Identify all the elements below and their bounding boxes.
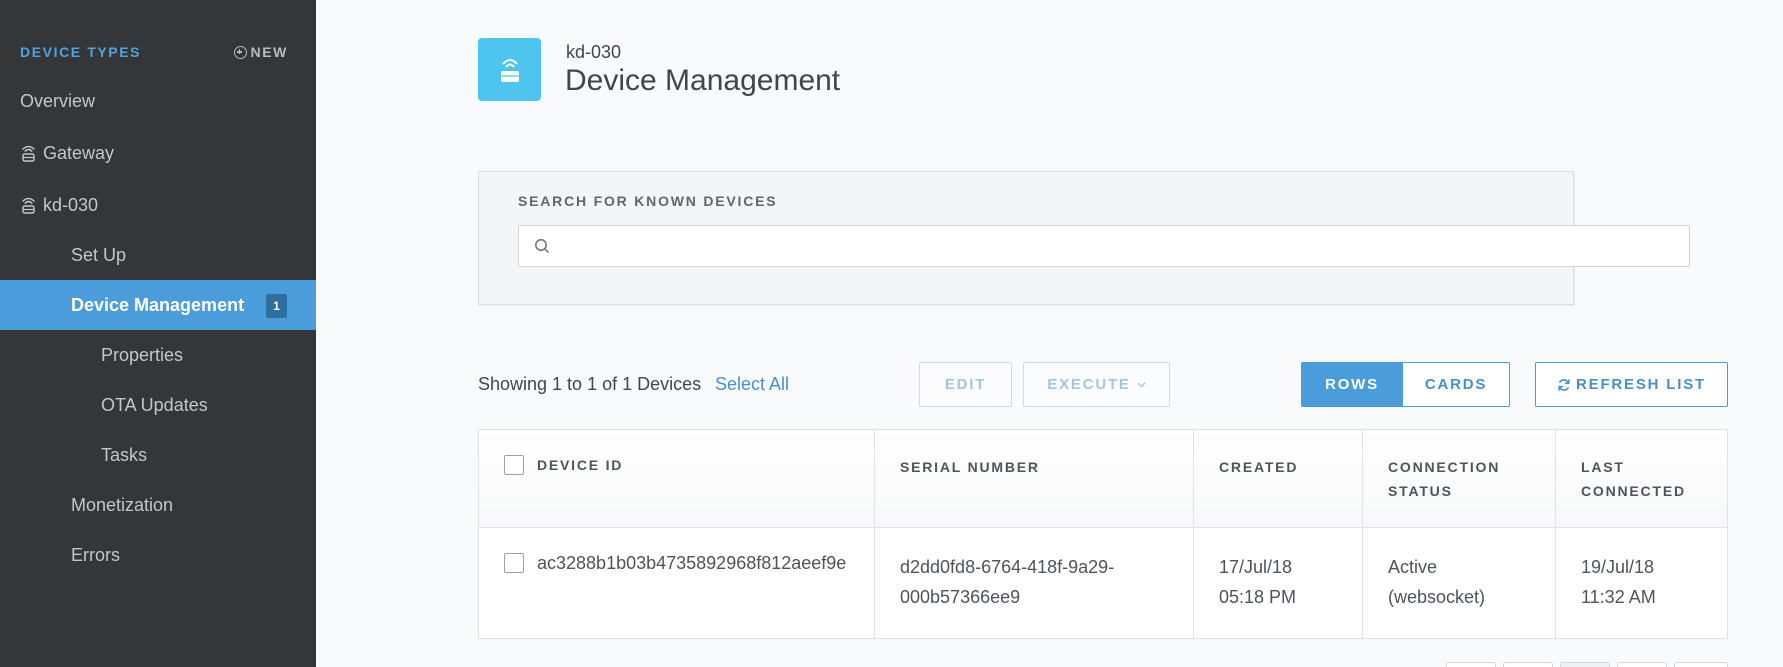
- main-content: kd-030 Device Management SEARCH FOR KNOW…: [316, 0, 1783, 667]
- pagination-last-button[interactable]: [1674, 662, 1728, 667]
- column-header-label: CONNECTION: [1388, 459, 1501, 475]
- search-icon: [535, 239, 550, 254]
- refresh-label: REFRESH LIST: [1576, 376, 1706, 393]
- sidebar-item-label: kd-030: [43, 194, 99, 215]
- column-header-label: LAST: [1581, 459, 1625, 475]
- column-header-label-line2: STATUS: [1388, 483, 1453, 499]
- wifi-device-icon: [22, 145, 35, 162]
- sidebar-item-label: Set Up: [71, 244, 127, 265]
- sidebar-item-label: Tasks: [101, 444, 148, 465]
- sidebar-item-tasks[interactable]: Tasks: [0, 430, 316, 480]
- column-header-label-line2: CONNECTED: [1581, 483, 1686, 499]
- select-all-link[interactable]: Select All: [715, 374, 789, 395]
- sidebar: DEVICE TYPES NEW Overview Gateway kd-030…: [0, 0, 316, 667]
- column-header-created[interactable]: CREATED: [1194, 430, 1363, 527]
- refresh-list-button[interactable]: REFRESH LIST: [1535, 362, 1728, 407]
- sidebar-item-kd-030[interactable]: kd-030: [0, 180, 316, 230]
- search-label: SEARCH FOR KNOWN DEVICES: [518, 193, 778, 209]
- cell-created: 17/Jul/18 05:18 PM: [1194, 528, 1363, 640]
- row-checkbox[interactable]: [504, 553, 524, 573]
- sidebar-item-properties[interactable]: Properties: [0, 330, 316, 380]
- column-header-label: CREATED: [1219, 459, 1299, 475]
- sidebar-item-label: Monetization: [71, 494, 174, 515]
- edit-button[interactable]: EDIT: [919, 362, 1012, 407]
- pagination-prev-button[interactable]: [1503, 662, 1553, 667]
- connection-status-value: Active: [1388, 557, 1438, 577]
- new-device-type-button[interactable]: NEW: [233, 44, 288, 60]
- column-header-connection-status[interactable]: CONNECTION STATUS: [1363, 430, 1556, 527]
- select-all-checkbox[interactable]: [504, 455, 524, 475]
- device-id-value: ac3288b1b03b4735892968f812aeef9e: [537, 553, 847, 573]
- created-time: 05:18 PM: [1219, 587, 1297, 607]
- sidebar-item-label: Gateway: [43, 142, 115, 163]
- sidebar-item-label: Device Management: [71, 294, 245, 315]
- pagination-first-button[interactable]: [1446, 662, 1496, 667]
- pagination-next-button[interactable]: [1617, 662, 1667, 667]
- sidebar-item-label: Errors: [71, 544, 120, 565]
- sidebar-item-monetization[interactable]: Monetization: [0, 480, 316, 530]
- column-header-last-connected[interactable]: LAST CONNECTED: [1556, 430, 1728, 527]
- column-header-serial-number[interactable]: SERIAL NUMBER: [875, 430, 1194, 527]
- sidebar-item-device-management[interactable]: Device Management 1: [0, 280, 316, 330]
- connection-type-value: (websocket): [1388, 587, 1486, 607]
- last-connected-time: 11:32 AM: [1581, 587, 1656, 607]
- page-title: Device Management: [565, 64, 841, 97]
- cards-view-button[interactable]: CARDS: [1403, 362, 1510, 407]
- refresh-icon: [1558, 378, 1570, 391]
- cell-device-id: ac3288b1b03b4735892968f812aeef9e: [479, 528, 875, 640]
- table-row[interactable]: ac3288b1b03b4735892968f812aeef9e d2dd0fd…: [479, 528, 1727, 640]
- results-count: Showing 1 to 1 of 1 Devices: [478, 374, 702, 394]
- search-panel: SEARCH FOR KNOWN DEVICES: [478, 171, 1690, 305]
- count-badge: 1: [266, 294, 287, 318]
- cell-connection-status: Active (websocket): [1363, 528, 1556, 640]
- search-input[interactable]: [518, 225, 1690, 267]
- cell-serial-number: d2dd0fd8-6764-418f-9a29- 000b57366ee9: [875, 528, 1194, 640]
- sidebar-item-errors[interactable]: Errors: [0, 530, 316, 580]
- pagination-current-page[interactable]: [1560, 662, 1610, 667]
- column-header-device-id[interactable]: DEVICE ID: [479, 430, 875, 527]
- execute-dropdown-button[interactable]: EXECUTE: [1023, 362, 1170, 407]
- table-header-row: DEVICE ID SERIAL NUMBER CREATED CONNECTI…: [479, 430, 1727, 528]
- last-connected-date: 19/Jul/18: [1581, 557, 1655, 577]
- sidebar-title: DEVICE TYPES: [20, 44, 142, 60]
- serial-number-line2: 000b57366ee9: [900, 587, 1021, 607]
- created-date: 17/Jul/18: [1219, 557, 1293, 577]
- plus-circle-icon: [233, 45, 247, 59]
- new-label: NEW: [250, 44, 288, 60]
- chevron-down-icon: [1137, 382, 1146, 387]
- device-type-icon: [478, 38, 541, 101]
- sidebar-item-ota-updates[interactable]: OTA Updates: [0, 380, 316, 430]
- cell-last-connected: 19/Jul/18 11:32 AM: [1556, 528, 1728, 640]
- page-subtitle: kd-030: [566, 42, 622, 62]
- devices-table: DEVICE ID SERIAL NUMBER CREATED CONNECTI…: [478, 429, 1728, 640]
- wifi-device-icon: [500, 58, 519, 82]
- sidebar-item-set-up[interactable]: Set Up: [0, 230, 316, 280]
- serial-number-line1: d2dd0fd8-6764-418f-9a29-: [900, 557, 1115, 577]
- sidebar-item-label: OTA Updates: [101, 394, 208, 415]
- column-header-label: SERIAL NUMBER: [900, 459, 1040, 475]
- sidebar-item-label: Overview: [20, 90, 96, 111]
- sidebar-item-gateway[interactable]: Gateway: [0, 128, 316, 178]
- sidebar-header: DEVICE TYPES NEW: [20, 44, 288, 62]
- column-header-label: DEVICE ID: [537, 457, 624, 473]
- execute-label: EXECUTE: [1047, 376, 1131, 393]
- sidebar-item-overview[interactable]: Overview: [0, 76, 316, 126]
- rows-view-button[interactable]: ROWS: [1301, 362, 1403, 407]
- wifi-device-icon: [22, 197, 35, 214]
- sidebar-item-label: Properties: [101, 344, 184, 365]
